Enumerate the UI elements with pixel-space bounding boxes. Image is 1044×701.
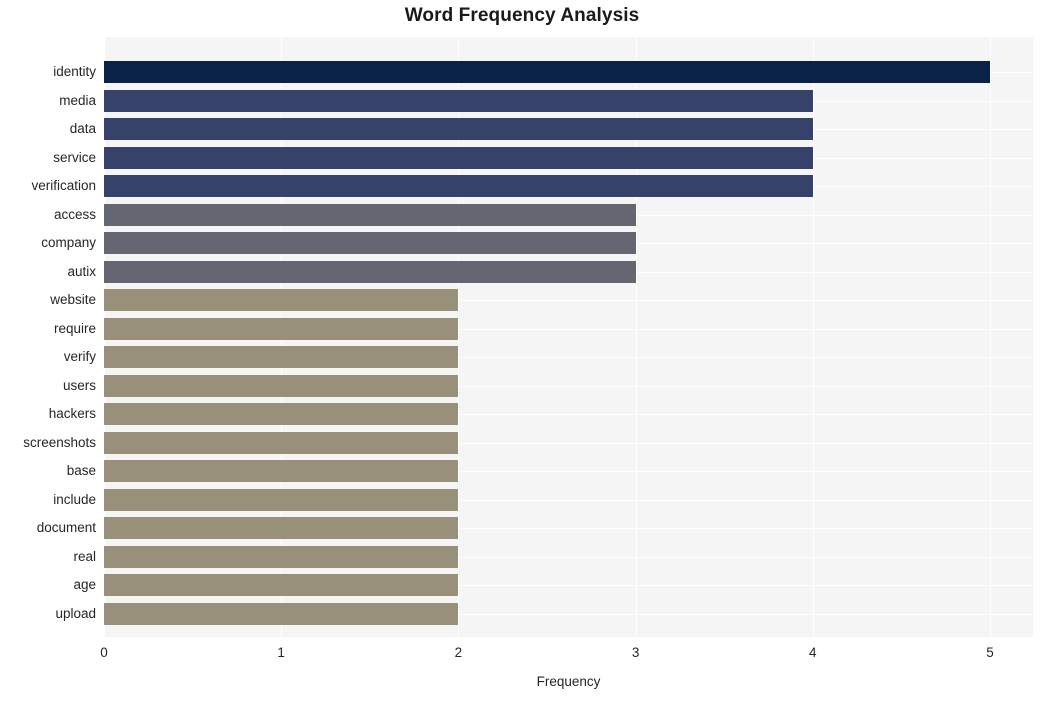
bar: [104, 203, 636, 226]
x-axis-tick-label: 1: [277, 645, 285, 660]
gridline-vertical: [812, 37, 814, 637]
y-axis-tick-label: company: [41, 235, 96, 250]
x-axis-tick-label: 5: [986, 645, 994, 660]
y-axis-tick-label: autix: [67, 263, 96, 279]
bar: [104, 431, 459, 454]
bar: [104, 460, 459, 482]
x-axis-tick-labels: 0 1 2 3 4 5: [0, 645, 1044, 667]
bar: [104, 602, 459, 625]
y-axis-tick-label: base: [66, 463, 96, 478]
bar: [104, 232, 636, 254]
bar: [104, 317, 459, 340]
y-axis-tick-label: include: [53, 491, 96, 507]
bar: [104, 488, 459, 511]
bar: [104, 574, 459, 596]
bar: [104, 89, 813, 112]
y-axis-tick-label: media: [59, 92, 96, 108]
bar: [104, 146, 813, 169]
y-axis-tick-label: document: [36, 520, 96, 535]
y-axis-tick-label: users: [62, 377, 96, 393]
y-axis-tick-label: age: [73, 577, 96, 592]
plot-area: [104, 37, 1033, 637]
bar: [104, 545, 459, 568]
bar: [104, 61, 990, 83]
y-axis-tick-label: website: [50, 292, 96, 307]
x-axis-tick-label: 3: [631, 645, 640, 660]
bar: [104, 346, 459, 368]
y-axis-tick-label: identity: [53, 64, 96, 79]
y-axis-tick-label: verify: [63, 349, 96, 364]
y-axis-tick-label: access: [53, 206, 96, 222]
word-frequency-chart-figure: Word Frequency Analysis identity media dat…: [0, 0, 1044, 701]
y-axis-tick-label: upload: [55, 605, 96, 621]
bar: [104, 289, 459, 311]
bar: [104, 260, 636, 283]
x-axis-tick-label: 2: [454, 645, 463, 660]
y-axis-tick-label: real: [73, 548, 96, 564]
x-axis-title: Frequency: [536, 674, 601, 689]
chart-title: Word Frequency Analysis: [404, 5, 640, 26]
y-axis-tick-labels: identity media data service verification acce…: [0, 37, 96, 637]
bar: [104, 403, 459, 425]
y-axis-tick-label: data: [69, 121, 96, 136]
gridline-vertical: [990, 37, 991, 637]
x-axis-tick-label: 4: [809, 645, 817, 660]
bar: [104, 175, 813, 197]
y-axis-tick-label: require: [53, 320, 96, 336]
y-axis-tick-label: hackers: [48, 406, 96, 421]
bar: [104, 374, 459, 397]
y-axis-tick-label: verification: [31, 178, 96, 193]
y-axis-tick-label: screenshots: [23, 434, 96, 450]
bar: [104, 118, 813, 140]
x-axis-tick-label: 0: [100, 645, 108, 660]
y-axis-tick-label: service: [53, 149, 96, 165]
bar: [104, 517, 459, 539]
